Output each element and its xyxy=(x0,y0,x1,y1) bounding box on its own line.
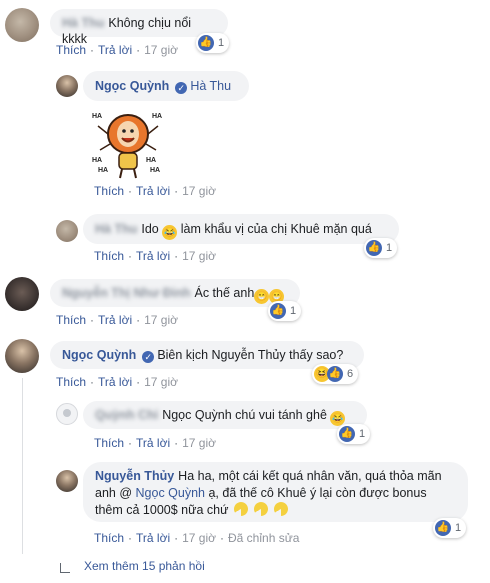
reaction-count: 1 xyxy=(359,428,366,440)
mention-link[interactable]: Ngọc Quỳnh xyxy=(162,408,231,422)
avatar[interactable] xyxy=(56,403,78,425)
comment-author[interactable]: Ngọc Quỳnh xyxy=(62,348,136,362)
avatar[interactable] xyxy=(5,339,39,373)
avatar[interactable] xyxy=(56,220,78,242)
mention-link[interactable]: Ngọc Quỳnh xyxy=(136,486,205,500)
reply-link[interactable]: Trả lời xyxy=(136,531,170,545)
comment-time[interactable]: 17 giờ xyxy=(182,436,216,450)
thread-line xyxy=(22,378,23,554)
reaction-count: 1 xyxy=(455,522,462,534)
like-link[interactable]: Thích xyxy=(94,436,124,450)
like-link[interactable]: Thích xyxy=(94,531,124,545)
verified-icon: ✓ xyxy=(142,351,155,363)
sticker-text: HA xyxy=(150,167,160,174)
comment-actions: Thích · Trả lời · 17 giờ xyxy=(56,43,178,57)
pacman-emoji-icon xyxy=(231,499,252,519)
reply-link[interactable]: Trả lời xyxy=(136,249,170,263)
reply-link[interactable]: Trả lời xyxy=(98,313,132,327)
like-link[interactable]: Thích xyxy=(56,375,86,389)
comment-actions: Thích · Trả lời · 17 giờ xyxy=(94,249,216,263)
avatar[interactable] xyxy=(5,8,39,42)
like-icon: 👍 xyxy=(270,303,286,319)
sticker-text: HA xyxy=(92,157,102,164)
comment-time[interactable]: 17 giờ xyxy=(144,313,178,327)
comment-actions: Thích · Trả lời · 17 giờ xyxy=(94,184,216,198)
reaction-summary[interactable]: 😆 👍 6 xyxy=(312,364,359,384)
like-icon: 👍 xyxy=(435,520,451,536)
reaction-count: 6 xyxy=(347,368,354,380)
comment-text: chú vui tánh ghê xyxy=(235,408,327,422)
comment-actions: Thích · Trả lời · 17 giờ xyxy=(56,313,178,327)
avatar[interactable] xyxy=(56,75,78,97)
reaction-summary[interactable]: 👍 1 xyxy=(268,301,302,321)
like-link[interactable]: Thích xyxy=(56,43,86,57)
reaction-count: 1 xyxy=(290,305,297,317)
avatar[interactable] xyxy=(5,277,39,311)
laughing-sticker[interactable]: HA HA HA HA HA HA xyxy=(90,104,166,182)
sticker-text: HA xyxy=(98,167,108,174)
comment-actions: Thích · Trả lời · 17 giờ xyxy=(94,436,216,450)
comment-bubble: Nguyễn Thị Như Đinh Ác thế anh 😁 😁 xyxy=(50,279,300,307)
avatar[interactable] xyxy=(56,470,78,492)
comment-time[interactable]: 17 giờ xyxy=(182,531,216,545)
like-link[interactable]: Thích xyxy=(94,249,124,263)
comment-actions: Thích · Trả lời · 17 giờ xyxy=(56,375,178,389)
comment-author[interactable]: Hà Thu xyxy=(62,16,104,30)
comment-bubble: Hà Thu Ido 😂 làm khẩu vị của chị Khuê mặn… xyxy=(83,214,399,244)
like-icon: 👍 xyxy=(327,366,343,382)
reply-arrow-icon xyxy=(60,563,70,573)
reaction-summary[interactable]: 👍 1 xyxy=(337,424,371,444)
reaction-summary[interactable]: 👍 1 xyxy=(364,238,398,258)
comment-text: Ido xyxy=(141,222,159,236)
reply-link[interactable]: Trả lời xyxy=(98,375,132,389)
reaction-summary[interactable]: 👍 1 xyxy=(433,518,467,538)
like-link[interactable]: Thích xyxy=(94,184,124,198)
verified-icon: ✓ xyxy=(175,82,188,94)
comment-author[interactable]: Hà Thu xyxy=(95,222,137,236)
pacman-emoji-icon xyxy=(251,499,272,519)
edited-label[interactable]: Đã chỉnh sửa xyxy=(228,531,299,545)
mention-link[interactable]: Hà Thu xyxy=(190,79,231,93)
sticker-text: HA xyxy=(146,157,156,164)
sticker-text: HA xyxy=(152,113,162,120)
view-more-replies-link[interactable]: Xem thêm 15 phản hồi xyxy=(84,559,205,573)
reaction-summary[interactable]: 👍 1 xyxy=(196,33,230,53)
like-link[interactable]: Thích xyxy=(56,313,86,327)
comment-actions: Thích · Trả lời · 17 giờ · Đã chỉnh sửa xyxy=(94,531,300,545)
sticker-text: HA xyxy=(92,113,102,120)
comment-author[interactable]: Nguyễn Thị Như Đinh xyxy=(62,286,191,300)
comment-time[interactable]: 17 giờ xyxy=(182,184,216,198)
like-icon: 👍 xyxy=(198,35,214,51)
reaction-count: 1 xyxy=(386,242,393,254)
reply-link[interactable]: Trả lời xyxy=(136,436,170,450)
comment-bubble: Ngọc Quỳnh ✓ Hà Thu xyxy=(83,71,249,101)
like-icon: 👍 xyxy=(366,240,382,256)
comment-bubble: Quỳnh Chi Ngọc Quỳnh chú vui tánh ghê 😂 xyxy=(83,401,367,429)
comment-text: Biên kịch Nguyễn Thủy thấy sao? xyxy=(157,348,344,362)
reply-link[interactable]: Trả lời xyxy=(98,43,132,57)
comment-time[interactable]: 17 giờ xyxy=(144,375,178,389)
reaction-count: 1 xyxy=(218,37,225,49)
comment-text: làm khẩu vị của chị Khuê mặn quá xyxy=(180,222,372,236)
comment-time[interactable]: 17 giờ xyxy=(144,43,178,57)
like-icon: 👍 xyxy=(339,426,355,442)
grinning-emoji-icon: 😁 xyxy=(254,289,270,304)
comment-author[interactable]: Nguyễn Thủy xyxy=(95,469,174,483)
reply-link[interactable]: Trả lời xyxy=(136,184,170,198)
comment-author[interactable]: Ngọc Quỳnh xyxy=(95,79,169,93)
comment-bubble: Nguyễn Thủy Ha ha, một cái kết quá nhân v… xyxy=(83,462,468,522)
comment-text: Ác thế anh xyxy=(194,286,255,300)
pacman-emoji-icon xyxy=(271,499,292,519)
comment-author[interactable]: Quỳnh Chi xyxy=(95,408,158,422)
comment-time[interactable]: 17 giờ xyxy=(182,249,216,263)
laughing-emoji-icon: 😂 xyxy=(162,225,178,240)
